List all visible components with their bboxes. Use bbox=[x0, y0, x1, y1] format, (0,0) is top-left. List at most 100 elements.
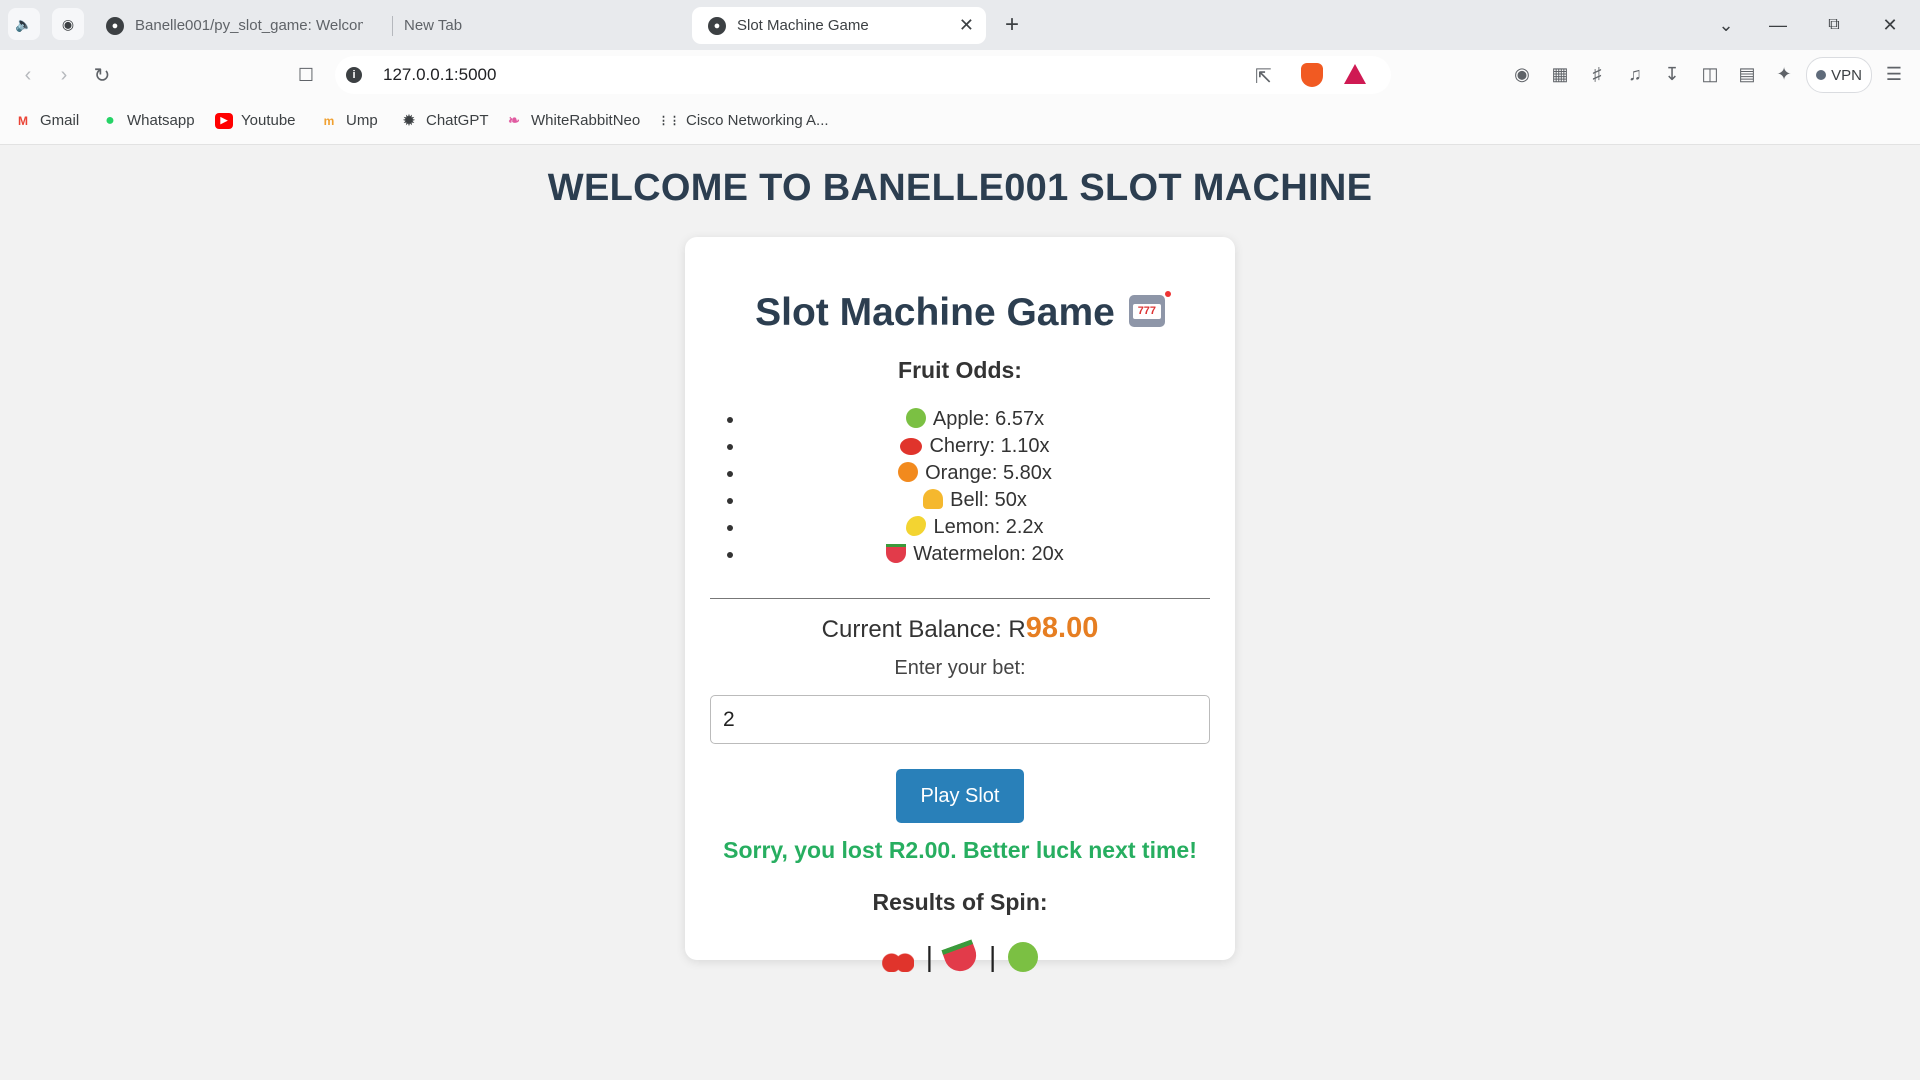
music-icon[interactable]: ♫ bbox=[1622, 61, 1648, 87]
back-icon[interactable]: ‹ bbox=[14, 61, 42, 89]
tab-title: Banelle001/py_slot_game: Welcome bbox=[135, 17, 363, 34]
bookmark-gmail[interactable]: M Gmail bbox=[14, 112, 79, 129]
tab-slot-machine[interactable]: ● Slot Machine Game ✕ bbox=[692, 7, 986, 44]
odds-list: Apple: 6.57x Cherry: 1.10x Orange: 5.80x… bbox=[745, 406, 1205, 568]
odds-text: Cherry: 1.10x bbox=[929, 435, 1050, 457]
restore-button[interactable]: ⧉ bbox=[1814, 10, 1854, 40]
url-text[interactable]: 127.0.0.1:5000 bbox=[383, 65, 496, 85]
close-tab-icon[interactable]: ✕ bbox=[959, 15, 974, 36]
slot-machine-card: Slot Machine Game Fruit Odds: Apple: 6.5… bbox=[685, 237, 1235, 976]
odds-item: Watermelon: 20x bbox=[745, 541, 1205, 568]
watermelon-icon bbox=[886, 544, 907, 563]
cherry-icon bbox=[881, 942, 914, 972]
tab-divider bbox=[392, 16, 393, 36]
bookmark-cisco[interactable]: ⋮⋮ Cisco Networking A... bbox=[658, 112, 829, 129]
orange-icon bbox=[898, 462, 919, 482]
spin-results-heading: Results of Spin: bbox=[872, 889, 1048, 915]
bookmark-whiterabbitneo[interactable]: ❧ WhiteRabbitNeo bbox=[505, 112, 640, 129]
lemon-icon bbox=[906, 516, 927, 536]
odds-text: Lemon: 2.2x bbox=[933, 516, 1044, 538]
bookmark-icon[interactable]: ☐ bbox=[292, 61, 320, 89]
page-headline: WELCOME TO BANELLE001 SLOT MACHINE bbox=[547, 167, 1373, 209]
odds-item: Apple: 6.57x bbox=[745, 406, 1205, 433]
github-icon: ● bbox=[106, 16, 124, 35]
address-bar[interactable]: i 127.0.0.1:5000 ⇱ bbox=[335, 56, 1391, 94]
bookmark-youtube[interactable]: ▶ Youtube bbox=[215, 112, 296, 129]
brave-shields-icon[interactable] bbox=[1301, 63, 1323, 87]
bookmark-label: ChatGPT bbox=[426, 112, 489, 129]
whatsapp-icon: ● bbox=[105, 111, 115, 129]
apple-icon bbox=[905, 408, 926, 428]
odds-text: Apple: 6.57x bbox=[932, 408, 1045, 430]
play-slot-button[interactable]: Play Slot bbox=[896, 769, 1024, 823]
apple-icon bbox=[1008, 942, 1039, 972]
new-tab-button[interactable]: + bbox=[992, 10, 1032, 40]
spin-results: | | bbox=[685, 938, 1235, 976]
reel-separator: | bbox=[989, 941, 997, 972]
cherry-icon bbox=[900, 438, 923, 455]
brave-rewards-icon[interactable] bbox=[1344, 64, 1366, 84]
vpn-button[interactable]: VPN bbox=[1806, 57, 1872, 93]
tab-github[interactable]: ● Banelle001/py_slot_game: Welcome bbox=[106, 7, 376, 44]
bookmark-ump[interactable]: m Ump bbox=[320, 112, 378, 129]
bookmark-label: Cisco Networking A... bbox=[686, 112, 829, 129]
bookmark-label: Youtube bbox=[241, 112, 296, 129]
odds-item: Cherry: 1.10x bbox=[745, 433, 1205, 460]
balance-amount: 98.00 bbox=[1025, 612, 1099, 644]
odds-item: Bell: 50x bbox=[745, 487, 1205, 514]
watermelon-icon bbox=[941, 938, 981, 976]
share-icon[interactable]: ⇱ bbox=[1255, 64, 1272, 89]
bookmark-label: Gmail bbox=[40, 112, 80, 129]
odds-item: Orange: 5.80x bbox=[745, 460, 1205, 487]
card-title: Slot Machine Game bbox=[685, 291, 1235, 335]
forward-icon[interactable]: › bbox=[50, 61, 78, 89]
bookmark-label: WhiteRabbitNeo bbox=[531, 112, 641, 129]
tab-title: Slot Machine Game bbox=[737, 17, 869, 34]
leo-ai-icon[interactable]: ✦ bbox=[1771, 61, 1797, 87]
vpn-label: VPN bbox=[1831, 66, 1862, 84]
reel-separator: | bbox=[925, 941, 933, 972]
menu-icon[interactable]: ☰ bbox=[1881, 61, 1907, 87]
gmail-icon: M bbox=[18, 113, 28, 128]
puzzle-icon[interactable]: ♯ bbox=[1584, 61, 1610, 87]
bet-input[interactable] bbox=[710, 695, 1210, 744]
wallet-icon[interactable]: ▤ bbox=[1734, 61, 1760, 87]
odds-text: Orange: 5.80x bbox=[925, 462, 1052, 484]
translate-icon[interactable]: ▦ bbox=[1547, 61, 1573, 87]
slot-machine-icon bbox=[1128, 291, 1171, 327]
tab-search-icon[interactable]: ◉ bbox=[52, 8, 84, 40]
odds-item: Lemon: 2.2x bbox=[745, 514, 1205, 541]
result-message: Sorry, you lost R2.00. Better luck next … bbox=[723, 837, 1197, 863]
tab-strip: 🔈 ◉ ● Banelle001/py_slot_game: Welcome N… bbox=[0, 0, 1920, 50]
page-body: WELCOME TO BANELLE001 SLOT MACHINE Slot … bbox=[0, 145, 1920, 1080]
close-window-button[interactable]: ✕ bbox=[1870, 10, 1910, 40]
reload-icon[interactable]: ↻ bbox=[88, 61, 116, 89]
card-title-text: Slot Machine Game bbox=[755, 291, 1115, 334]
ump-icon: m bbox=[323, 113, 335, 128]
balance-label: Current Balance: R bbox=[821, 616, 1026, 643]
chatgpt-icon: ✹ bbox=[403, 112, 415, 128]
tab-new-tab[interactable]: New Tab bbox=[404, 7, 674, 44]
rabbit-icon: ❧ bbox=[508, 112, 520, 128]
tab-list-chevron-icon[interactable]: ⌄ bbox=[1706, 10, 1746, 40]
youtube-icon: ▶ bbox=[215, 112, 233, 129]
download-icon[interactable]: ↧ bbox=[1659, 61, 1685, 87]
extension-icon[interactable]: ◉ bbox=[1509, 61, 1535, 87]
current-balance: Current Balance: R98.00 bbox=[685, 612, 1235, 645]
divider bbox=[710, 598, 1210, 599]
tab-title: New Tab bbox=[404, 17, 463, 34]
bookmark-label: Ump bbox=[346, 112, 378, 129]
bet-label: Enter your bet: bbox=[894, 657, 1026, 679]
bookmark-label: Whatsapp bbox=[127, 112, 195, 129]
site-info-icon[interactable]: i bbox=[346, 67, 362, 83]
cisco-icon: ⋮⋮ bbox=[658, 115, 680, 127]
bookmark-chatgpt[interactable]: ✹ ChatGPT bbox=[400, 112, 489, 129]
audio-icon[interactable]: 🔈 bbox=[8, 8, 40, 40]
odds-text: Bell: 50x bbox=[950, 489, 1027, 511]
bookmarks-bar: M Gmail ● Whatsapp ▶ Youtube m Ump ✹ Cha… bbox=[0, 100, 1920, 145]
odds-heading: Fruit Odds: bbox=[898, 357, 1022, 383]
globe-icon: ● bbox=[708, 16, 726, 35]
minimize-button[interactable]: — bbox=[1758, 10, 1798, 40]
bookmark-whatsapp[interactable]: ● Whatsapp bbox=[101, 111, 195, 130]
sidebar-icon[interactable]: ◫ bbox=[1697, 61, 1723, 87]
